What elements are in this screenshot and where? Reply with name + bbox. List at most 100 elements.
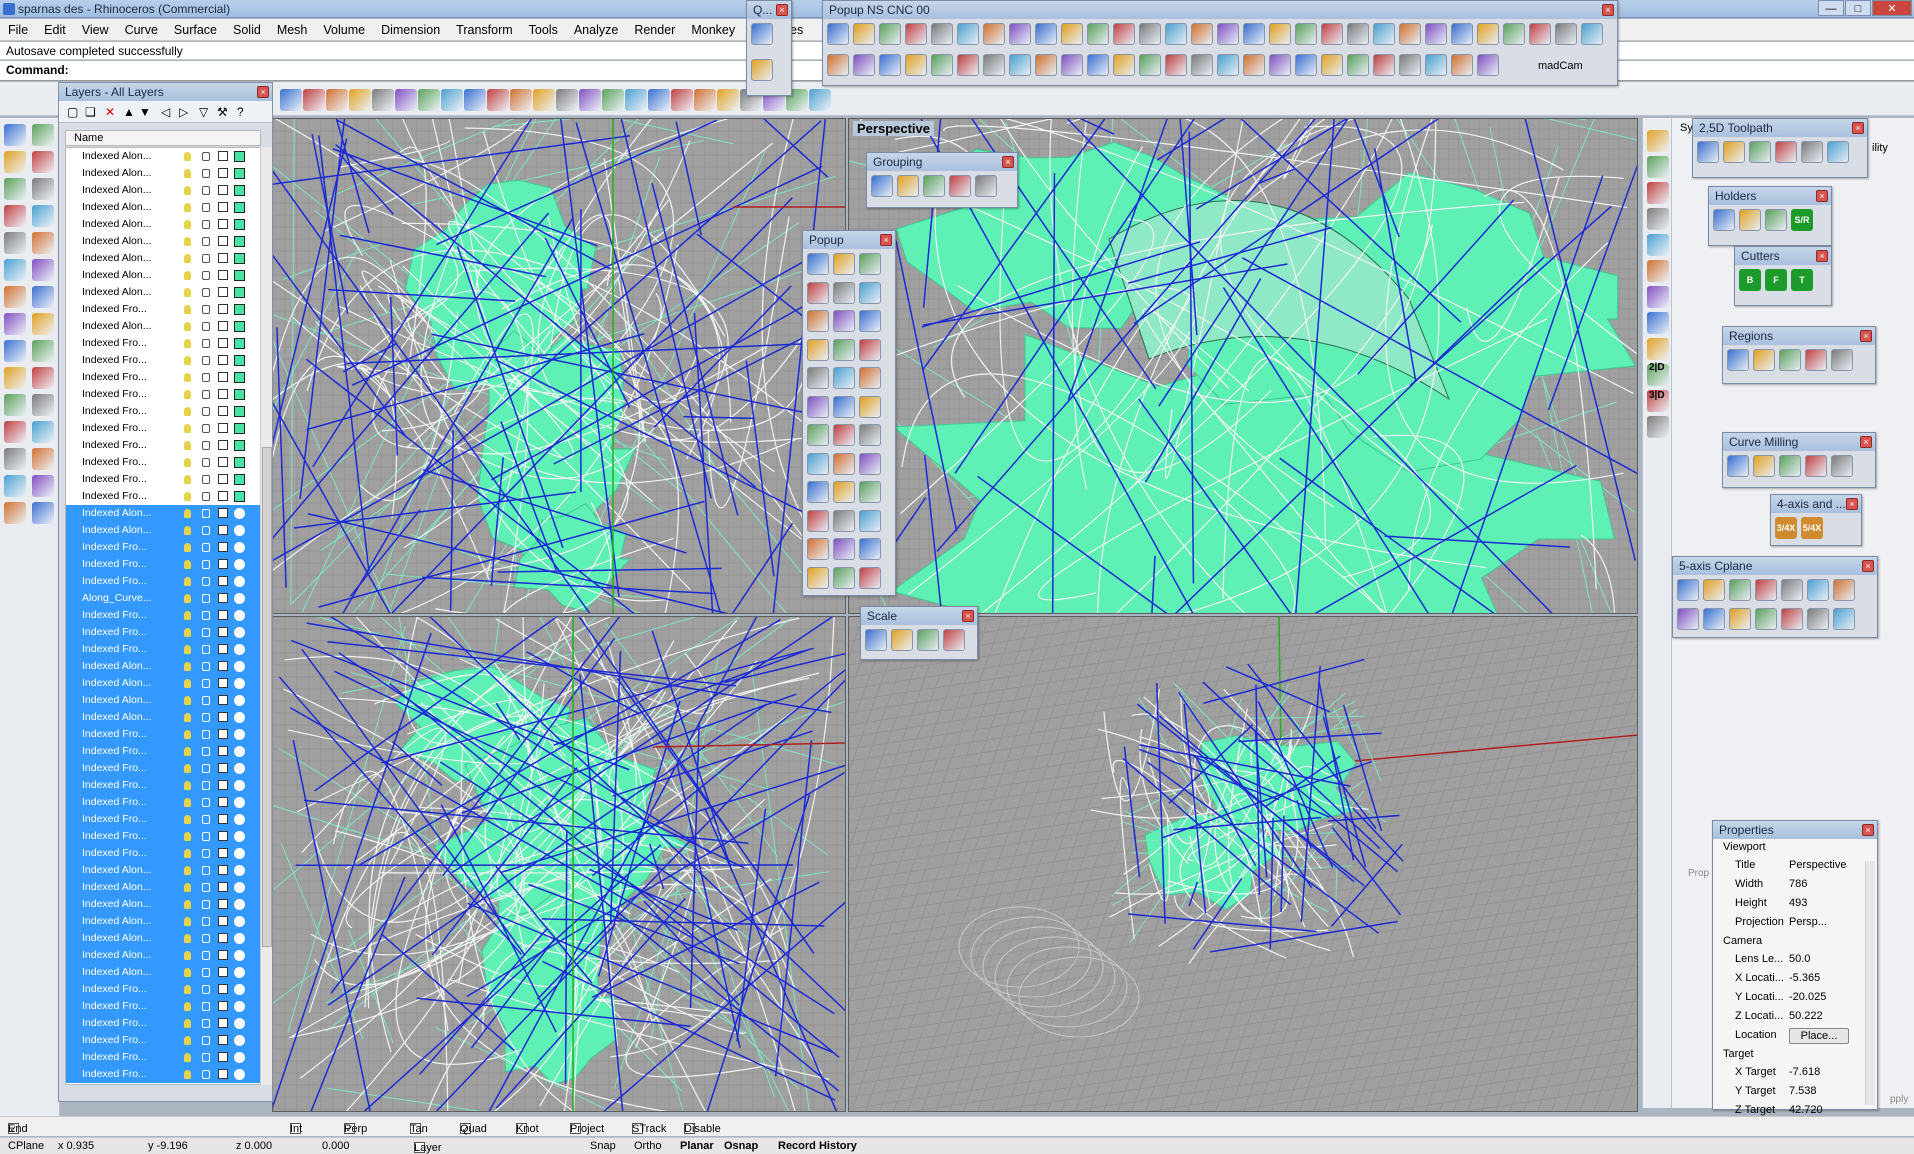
layer-name[interactable]: Indexed Fro... <box>82 335 162 352</box>
layer-visible-icon[interactable] <box>184 1070 191 1079</box>
cnc-icon-21[interactable] <box>1347 23 1369 45</box>
left-tool-icon-21[interactable] <box>4 394 26 416</box>
fiveaxis-icon-1[interactable] <box>1677 579 1699 601</box>
left-tool-icon-28[interactable] <box>32 475 54 497</box>
layer-color-swatch[interactable] <box>234 525 245 536</box>
layer-color-swatch[interactable] <box>234 763 245 774</box>
layer-print-icon[interactable] <box>218 1018 228 1028</box>
layer-visible-icon[interactable] <box>184 1002 191 1011</box>
layer-name[interactable]: Indexed Alon... <box>82 913 162 930</box>
layer-print-icon[interactable] <box>218 270 228 280</box>
popup-icon-13[interactable] <box>807 367 829 389</box>
cnc-icon-10[interactable] <box>1061 23 1083 45</box>
layer-name[interactable]: Indexed Alon... <box>82 879 162 896</box>
layer-row[interactable]: Indexed Alon... <box>66 862 260 879</box>
layer-name[interactable]: Indexed Alon... <box>82 267 162 284</box>
layer-row[interactable]: Indexed Alon... <box>66 148 260 165</box>
move-in-icon[interactable]: ▷ <box>179 105 188 119</box>
fiveaxis-icon-5[interactable] <box>1781 579 1803 601</box>
fiveaxis-icon-13[interactable] <box>1807 608 1829 630</box>
layer-lock-icon[interactable] <box>202 339 210 348</box>
layer-lock-icon[interactable] <box>202 798 210 807</box>
layer-print-icon[interactable] <box>218 763 228 773</box>
layer-visible-icon[interactable] <box>184 390 191 399</box>
layer-print-icon[interactable] <box>218 780 228 790</box>
layer-visible-icon[interactable] <box>184 1036 191 1045</box>
property-value[interactable]: -7.618 <box>1789 1066 1820 1078</box>
curve[interactable] <box>338 153 394 215</box>
cutters-title[interactable]: Cutters × <box>1735 247 1831 265</box>
standard-tool-icon-2[interactable] <box>303 89 325 111</box>
layer-row[interactable]: Indexed Fro... <box>66 403 260 420</box>
cutters-close-icon[interactable]: × <box>1816 250 1828 262</box>
layer-lock-icon[interactable] <box>202 577 210 586</box>
layer-print-icon[interactable] <box>218 304 228 314</box>
layer-color-swatch[interactable] <box>234 287 245 298</box>
layer-print-icon[interactable] <box>218 185 228 195</box>
layer-lock-icon[interactable] <box>202 203 210 212</box>
layer-print-icon[interactable] <box>218 865 228 875</box>
layer-color-swatch[interactable] <box>234 1035 245 1046</box>
cnc-icon-40[interactable] <box>1061 54 1083 76</box>
cnc-icon-7[interactable] <box>983 23 1005 45</box>
layer-name[interactable]: Indexed Fro... <box>82 352 162 369</box>
layer-lock-icon[interactable] <box>202 866 210 875</box>
layer-lock-icon[interactable] <box>202 611 210 620</box>
cnc-icon-51[interactable] <box>1347 54 1369 76</box>
layer-color-swatch[interactable] <box>234 542 245 553</box>
left-tool-icon-10[interactable] <box>32 232 54 254</box>
layer-lock-icon[interactable] <box>202 815 210 824</box>
cnc-icon-13[interactable] <box>1139 23 1161 45</box>
layer-visible-icon[interactable] <box>184 951 191 960</box>
layer-row[interactable]: Indexed Fro... <box>66 454 260 471</box>
layer-lock-icon[interactable] <box>202 968 210 977</box>
layer-name[interactable]: Indexed Fro... <box>82 743 162 760</box>
standard-tool-icon-19[interactable] <box>694 89 716 111</box>
layer-print-icon[interactable] <box>218 474 228 484</box>
left-tool-icon-25[interactable] <box>4 448 26 470</box>
layer-color-swatch[interactable] <box>234 916 245 927</box>
layer-print-icon[interactable] <box>218 848 228 858</box>
standard-tool-icon-5[interactable] <box>372 89 394 111</box>
right-tool-icon-12[interactable] <box>1647 416 1669 438</box>
right-tool-icon-2[interactable] <box>1647 156 1669 178</box>
layer-name[interactable]: Indexed Fro... <box>82 471 162 488</box>
right-tool-label-2[interactable]: 3|D <box>1649 390 1665 401</box>
layer-print-icon[interactable] <box>218 576 228 586</box>
layer-visible-icon[interactable] <box>184 594 191 603</box>
layer-row[interactable]: Indexed Fro... <box>66 352 260 369</box>
viewport-front[interactable] <box>272 616 846 1112</box>
layer-row[interactable]: Indexed Fro... <box>66 624 260 641</box>
layer-visible-icon[interactable] <box>184 696 191 705</box>
left-tool-icon-18[interactable] <box>32 340 54 362</box>
cnc-icon-33[interactable] <box>879 54 901 76</box>
layer-row[interactable]: Indexed Fro... <box>66 998 260 1015</box>
layer-row[interactable]: Indexed Alon... <box>66 692 260 709</box>
left-tool-icon-16[interactable] <box>32 313 54 335</box>
layer-visible-icon[interactable] <box>184 730 191 739</box>
layer-color-swatch[interactable] <box>234 457 245 468</box>
layer-row[interactable]: Indexed Fro... <box>66 811 260 828</box>
layer-print-icon[interactable] <box>218 542 228 552</box>
left-tool-icon-22[interactable] <box>32 394 54 416</box>
cnc-icon-9[interactable] <box>1035 23 1057 45</box>
layer-row[interactable]: Indexed Fro... <box>66 573 260 590</box>
cnc-icon-49[interactable] <box>1295 54 1317 76</box>
right-tool-icon-9[interactable] <box>1647 338 1669 360</box>
layer-name[interactable]: Indexed Alon... <box>82 148 162 165</box>
cnc-icon-44[interactable] <box>1165 54 1187 76</box>
cnc-icon-50[interactable] <box>1321 54 1343 76</box>
move-down-icon[interactable]: ▼ <box>139 105 151 119</box>
layer-row[interactable]: Indexed Alon... <box>66 913 260 930</box>
layer-lock-icon[interactable] <box>202 492 210 501</box>
scale-icon-4[interactable] <box>943 629 965 651</box>
cnc-icon-25[interactable] <box>1451 23 1473 45</box>
layer-row[interactable]: Indexed Fro... <box>66 607 260 624</box>
fiveaxis-icon-9[interactable] <box>1703 608 1725 630</box>
popup-icon-12[interactable] <box>859 338 881 361</box>
popup-icon-9[interactable] <box>859 310 881 332</box>
curvemill-icon-4[interactable] <box>1805 455 1827 477</box>
layer-name[interactable]: Indexed Fro... <box>82 488 162 505</box>
layer-name[interactable]: Indexed Alon... <box>82 658 162 675</box>
menu-edit[interactable]: Edit <box>36 23 74 37</box>
